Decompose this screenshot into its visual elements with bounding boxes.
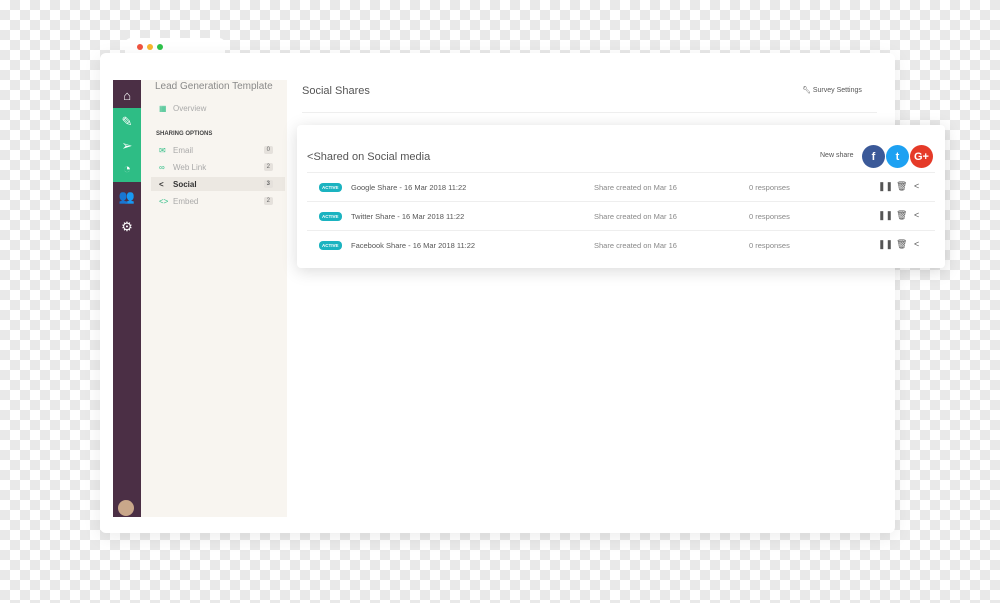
- pencil-icon[interactable]: ✎: [113, 114, 141, 130]
- trash-icon[interactable]: 🗑︎: [896, 239, 907, 250]
- link-icon: ∞: [159, 162, 165, 172]
- envelope-icon: ✉: [159, 145, 166, 155]
- template-title: Lead Generation Template: [155, 81, 273, 92]
- divider: [302, 112, 877, 113]
- created-date: Share created on Mar 16: [594, 212, 677, 221]
- responses-count: 0 responses: [749, 183, 790, 192]
- responses-count: 0 responses: [749, 212, 790, 221]
- share-name: Google Share - 16 Mar 2018 11:22: [351, 183, 467, 192]
- share-name: Twitter Share - 16 Mar 2018 11:22: [351, 212, 465, 221]
- code-icon: <>: [159, 196, 169, 206]
- section-label: SHARING OPTIONS: [156, 131, 213, 137]
- created-date: Share created on Mar 16: [594, 241, 677, 250]
- count-badge: 2: [263, 197, 273, 205]
- nav-label: Embed: [173, 196, 199, 206]
- nav-social[interactable]: < Social 3: [151, 177, 285, 191]
- nav-label: Email: [173, 145, 194, 155]
- survey-settings-button[interactable]: 🔧︎ Survey Settings: [802, 86, 862, 94]
- google-share-button[interactable]: G+: [910, 145, 933, 168]
- trash-icon[interactable]: 🗑︎: [896, 210, 907, 221]
- status-badge: ACTIVE: [319, 241, 342, 250]
- settings-label: Survey Settings: [812, 87, 862, 94]
- share-name: Facebook Share - 16 Mar 2018 11:22: [351, 241, 476, 250]
- social-shares-card: <Shared on Social media New share f t G+…: [297, 125, 945, 268]
- nav-embed[interactable]: <> Embed 2: [151, 194, 285, 208]
- twitter-share-button[interactable]: t: [886, 145, 909, 168]
- share-icon[interactable]: <: [914, 239, 919, 249]
- secondary-sidebar: Lead Generation Template ▦ Overview SHARI…: [141, 80, 287, 517]
- facebook-share-button[interactable]: f: [862, 145, 885, 168]
- table-row[interactable]: ACTIVE Twitter Share - 16 Mar 2018 11:22…: [307, 201, 935, 230]
- table-row[interactable]: ACTIVE Facebook Share - 16 Mar 2018 11:2…: [307, 230, 935, 259]
- card-title: <Shared on Social media: [307, 151, 430, 163]
- responses-count: 0 responses: [749, 241, 790, 250]
- card-title-text: Shared on Social media: [313, 151, 431, 163]
- count-badge: 0: [263, 146, 273, 154]
- status-badge: ACTIVE: [319, 183, 342, 192]
- gear-icon[interactable]: ⚙: [113, 219, 141, 235]
- new-share-label: New share: [820, 152, 854, 159]
- minimize-dot[interactable]: [147, 44, 153, 50]
- share-icon: <: [159, 179, 164, 189]
- nav-overview[interactable]: ▦ Overview: [151, 101, 285, 115]
- close-dot[interactable]: [137, 44, 143, 50]
- icon-rail: ⌂ ✎ ➢ ◔ 👥 ⚙: [113, 80, 141, 517]
- home-icon[interactable]: ⌂: [113, 88, 141, 103]
- wrench-icon: 🔧︎: [802, 87, 811, 94]
- nav-label: Social: [173, 179, 197, 189]
- trash-icon[interactable]: 🗑︎: [896, 181, 907, 192]
- send-icon[interactable]: ➢: [113, 138, 141, 154]
- users-icon[interactable]: 👥: [113, 189, 141, 205]
- pause-icon[interactable]: ❚❚: [878, 239, 893, 250]
- count-badge: 3: [263, 180, 273, 188]
- maximize-dot[interactable]: [157, 44, 163, 50]
- nav-label: Overview: [173, 103, 207, 113]
- nav-label: Web Link: [173, 162, 207, 172]
- nav-web-link[interactable]: ∞ Web Link 2: [151, 160, 285, 174]
- count-badge: 2: [263, 163, 273, 171]
- avatar[interactable]: [118, 500, 134, 516]
- share-icon[interactable]: <: [914, 181, 919, 191]
- share-icon[interactable]: <: [914, 210, 919, 220]
- table-row[interactable]: ACTIVE Google Share - 16 Mar 2018 11:22 …: [307, 172, 935, 201]
- grid-icon: ▦: [159, 103, 167, 113]
- page-title: Social Shares: [302, 85, 370, 97]
- pause-icon[interactable]: ❚❚: [878, 210, 893, 221]
- nav-email[interactable]: ✉ Email 0: [151, 143, 285, 157]
- chart-icon[interactable]: ◔: [113, 161, 141, 176]
- created-date: Share created on Mar 16: [594, 183, 677, 192]
- pause-icon[interactable]: ❚❚: [878, 181, 893, 192]
- status-badge: ACTIVE: [319, 212, 342, 221]
